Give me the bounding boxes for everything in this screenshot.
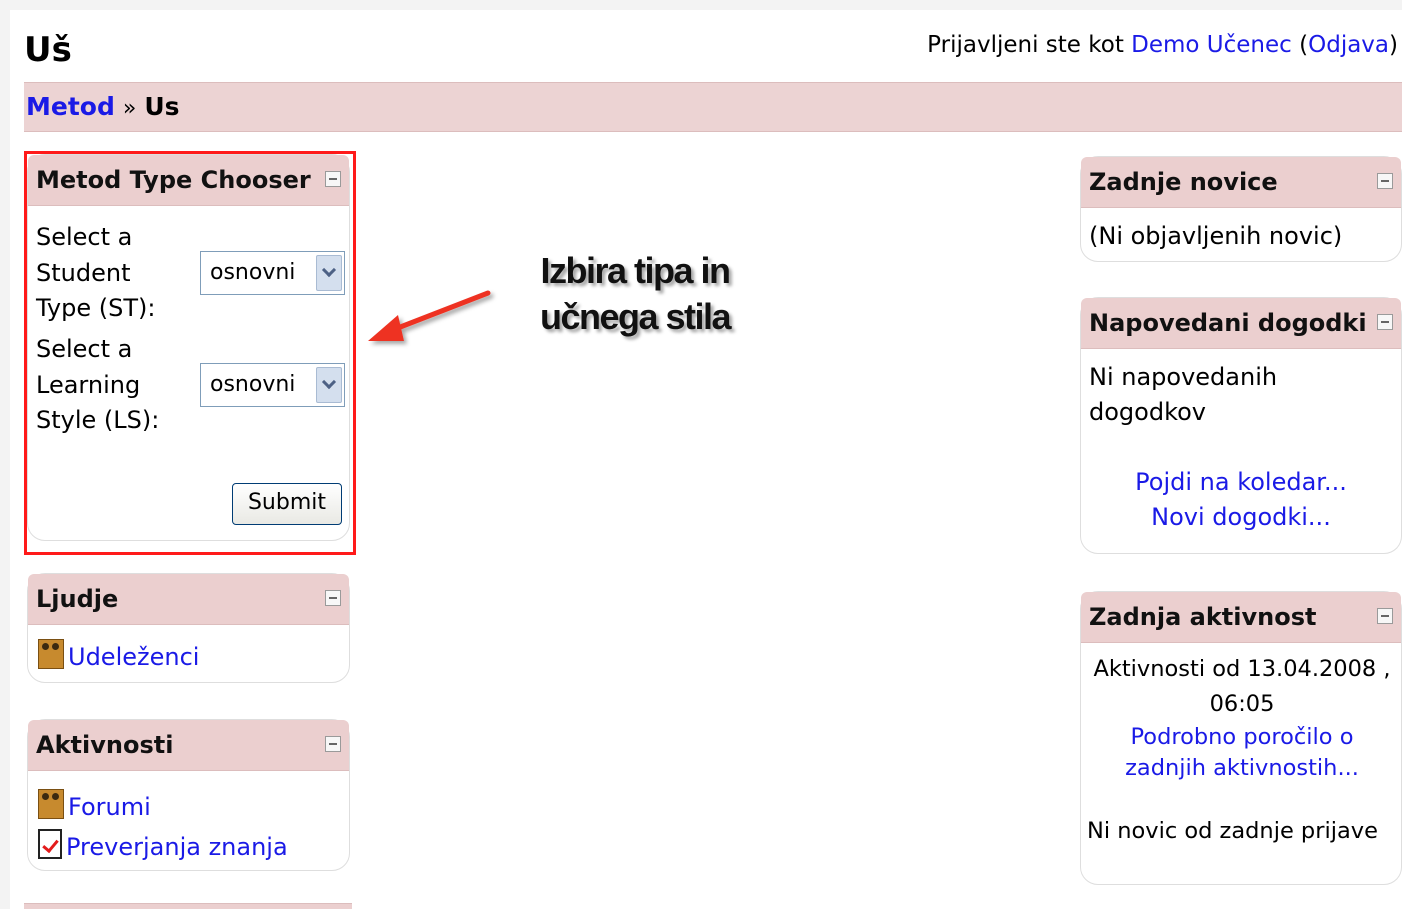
collapse-icon[interactable] bbox=[325, 590, 341, 606]
collapse-icon[interactable] bbox=[1377, 608, 1393, 624]
news-block: Zadnje novice (Ni objavljenih novic) bbox=[1080, 156, 1402, 262]
user-profile-link[interactable]: Demo Učenec bbox=[1131, 32, 1292, 58]
participants-icon bbox=[38, 639, 64, 669]
list-item: Forumi bbox=[38, 787, 341, 827]
people-block-title: Ljudje bbox=[36, 585, 119, 613]
activities-block-header: Aktivnosti bbox=[28, 720, 349, 771]
next-block-header-edge bbox=[24, 903, 352, 909]
breadcrumb-current: Us bbox=[144, 92, 180, 121]
list-item: Preverjanja znanja bbox=[38, 827, 341, 867]
participants-link[interactable]: Udeleženci bbox=[68, 643, 199, 671]
list-item: Udeleženci bbox=[38, 639, 341, 675]
navbar: Metod » Us bbox=[24, 82, 1402, 132]
annotation-arrow-icon bbox=[368, 290, 491, 341]
activities-block: Aktivnosti Forumi Preverjanja znanja bbox=[27, 719, 350, 871]
activity-report-link[interactable]: Podrobno poročilo o zadnjih aktivnostih.… bbox=[1125, 724, 1359, 781]
quiz-icon bbox=[38, 829, 62, 859]
login-prefix: Prijavljeni ste kot bbox=[927, 32, 1124, 58]
recent-activity-block-title: Zadnja aktivnost bbox=[1089, 603, 1317, 631]
login-info: Prijavljeni ste kot Demo Učenec (Odjava) bbox=[927, 30, 1398, 60]
collapse-icon[interactable] bbox=[325, 736, 341, 752]
new-event-link[interactable]: Novi dogodki... bbox=[1151, 503, 1331, 531]
left-gutter bbox=[0, 0, 10, 909]
activity-since-text-line-1: Aktivnosti od 13.04.2008 , bbox=[1093, 656, 1391, 682]
activity-report-wrap: Podrobno poročilo o zadnjih aktivnostih.… bbox=[1087, 722, 1397, 784]
news-block-header: Zadnje novice bbox=[1081, 157, 1401, 208]
page: Uš Prijavljeni ste kot Demo Učenec (Odja… bbox=[0, 0, 1402, 909]
breadcrumb: Metod » Us bbox=[26, 90, 180, 126]
quizzes-link[interactable]: Preverjanja znanja bbox=[66, 833, 288, 861]
activities-block-content: Forumi Preverjanja znanja bbox=[38, 787, 341, 867]
collapse-icon[interactable] bbox=[1377, 173, 1393, 189]
events-links: Pojdi na koledar... Novi dogodki... bbox=[1089, 465, 1393, 535]
news-empty-text: (Ni objavljenih novic) bbox=[1089, 222, 1343, 250]
activities-block-title: Aktivnosti bbox=[36, 731, 174, 759]
events-block: Napovedani dogodki Ni napovedanih dogodk… bbox=[1080, 297, 1402, 554]
recent-activity-content: Aktivnosti od 13.04.2008 , 06:05 Podrobn… bbox=[1087, 652, 1397, 849]
events-block-content: Ni napovedanih dogodkov Pojdi na koledar… bbox=[1089, 360, 1393, 535]
site-title: Uš bbox=[24, 30, 72, 70]
no-news-since-login-text: Ni novic od zadnje prijave bbox=[1087, 818, 1378, 844]
recent-activity-block: Zadnja aktivnost Aktivnosti od 13.04.200… bbox=[1080, 591, 1402, 885]
breadcrumb-root-link[interactable]: Metod bbox=[26, 92, 115, 121]
news-block-content: (Ni objavljenih novic) bbox=[1089, 219, 1393, 254]
events-empty-text: Ni napovedanih dogodkov bbox=[1089, 363, 1278, 426]
annotation-line-2: učnega stila bbox=[539, 296, 732, 337]
activity-since-text-line-2: 06:05 bbox=[1209, 691, 1275, 717]
recent-activity-block-header: Zadnja aktivnost bbox=[1081, 592, 1401, 643]
calendar-link[interactable]: Pojdi na koledar... bbox=[1135, 468, 1347, 496]
logout-close-paren: ) bbox=[1389, 32, 1398, 58]
top-gutter bbox=[0, 0, 1402, 10]
logout-open-paren: ( bbox=[1299, 32, 1309, 58]
events-block-header: Napovedani dogodki bbox=[1081, 298, 1401, 349]
annotation-line-1: Izbira tipa in bbox=[540, 250, 731, 291]
logout-link[interactable]: Odjava bbox=[1308, 32, 1389, 58]
news-block-title: Zadnje novice bbox=[1089, 168, 1278, 196]
events-block-title: Napovedani dogodki bbox=[1089, 309, 1367, 337]
highlight-frame bbox=[24, 151, 356, 555]
people-block-header: Ljudje bbox=[28, 574, 349, 625]
annotation-text: Izbira tipa in učnega stila bbox=[520, 248, 750, 340]
breadcrumb-separator: » bbox=[122, 96, 137, 121]
forums-link[interactable]: Forumi bbox=[68, 793, 151, 821]
forum-icon bbox=[38, 789, 64, 819]
collapse-icon[interactable] bbox=[1377, 314, 1393, 330]
people-block: Ljudje Udeleženci bbox=[27, 573, 350, 683]
people-block-content: Udeleženci bbox=[38, 639, 341, 675]
